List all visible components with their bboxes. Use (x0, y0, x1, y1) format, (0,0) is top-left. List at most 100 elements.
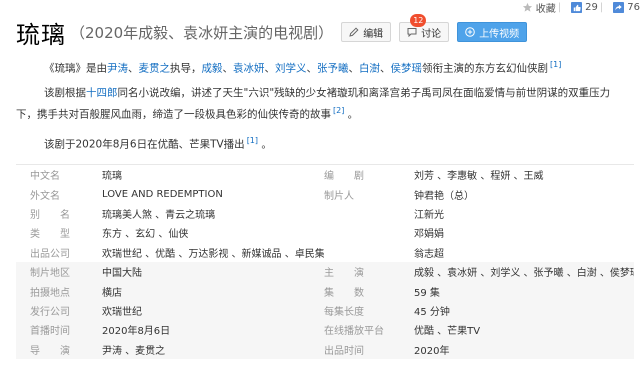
comment-icon (407, 28, 417, 37)
broadcast-paragraph: 该剧于2020年8月6日在优酷、芒果TV播出 [1] 。 (16, 132, 626, 154)
info-value: 琉璃美人煞 、青云之琉璃 (102, 209, 216, 221)
info-value: 尹涛 、麦贯之 (102, 345, 166, 357)
info-value: 中国大陆 (102, 268, 142, 280)
text: 《琉璃》是由 (44, 62, 107, 75)
actor-link-houmengyao[interactable]: 侯梦瑶 (391, 63, 423, 75)
info-value: 2020年 (414, 345, 450, 357)
share-button[interactable]: 76 (613, 1, 640, 13)
reference-link[interactable]: [2] (333, 106, 344, 115)
like-button[interactable]: 29 (571, 1, 598, 13)
info-label: 编 剧 (324, 171, 364, 183)
upload-video-label: 上传视频 (479, 28, 520, 40)
like-count: 29 (585, 1, 598, 13)
share-icon (613, 1, 625, 13)
director-link-yintao[interactable]: 尹涛 (107, 63, 128, 75)
info-value: 刘芳 、李惠敏 、程妍 、王威 (414, 171, 544, 183)
info-row: 类 型 东方 、玄幻 、仙侠 邓娟娟 (16, 223, 634, 242)
page-title: 琉璃 (16, 20, 66, 49)
info-value: 琉璃 (102, 171, 122, 183)
intro-paragraph: 《琉璃》是由尹涛、麦贯之执导，成毅、袁冰妍、刘学义、张予曦、白澍、侯梦瑶领衔主演… (16, 56, 626, 78)
text: 、 (380, 62, 391, 75)
info-label: 导 演 (30, 345, 70, 357)
text: 该剧于2020年8月6日在优酷、芒果TV播出 (44, 138, 245, 151)
info-value: 横店 (102, 287, 122, 299)
discuss-count-badge: 12 (410, 14, 427, 27)
edit-button[interactable]: 编辑 (341, 22, 392, 42)
favorite-label: 收藏 (535, 3, 556, 15)
info-label: 拍摄地点 (30, 287, 70, 299)
discuss-label: 讨论 (421, 28, 442, 40)
text: 。 (344, 108, 359, 121)
plus-circle-icon (465, 27, 475, 37)
author-link[interactable]: 十四郎 (86, 87, 118, 99)
info-value: 欢瑞世纪 (102, 306, 142, 318)
actor-link-zhangyuxi[interactable]: 张予曦 (317, 63, 349, 75)
info-label: 出品公司 (30, 248, 70, 260)
text: 。 (258, 138, 272, 151)
share-count: 76 (627, 1, 640, 13)
info-row: 发行公司 欢瑞世纪 每集长度 45 分钟 (16, 300, 634, 321)
info-label: 发行公司 (30, 306, 70, 318)
info-value: 2020年8月6日 (102, 326, 171, 338)
info-label: 中文名 (30, 171, 60, 183)
info-value: 59 集 (414, 287, 440, 299)
info-value: 江新光 (414, 209, 444, 221)
page-subtitle: （2020年成毅、袁冰妍主演的电视剧） (70, 23, 334, 42)
text: 领衔主演的东方玄幻仙侠剧 (422, 62, 548, 75)
info-value: 钟君艳（总） (414, 190, 474, 202)
text: 执导， (170, 62, 202, 75)
info-row: 拍摄地点 横店 集 数 59 集 (16, 281, 634, 301)
info-label: 主 演 (324, 268, 364, 280)
info-value: 欢瑞世纪 、优酷 、万达影视 、新媒诚品 、卓民集嘉 (102, 248, 324, 260)
actor-link-chengyi[interactable]: 成毅 (202, 63, 223, 75)
info-value: LOVE AND REDEMPTION (102, 188, 223, 200)
text: 、 (222, 62, 234, 75)
pencil-icon (349, 27, 359, 37)
thumbs-up-icon (571, 1, 583, 13)
info-label: 出品时间 (324, 345, 364, 357)
favorite-button[interactable]: 收藏 (522, 0, 556, 15)
director-link-maiguanzhi[interactable]: 麦贯之 (139, 63, 171, 75)
basic-info-table: 中文名 琉璃 编 剧 刘芳 、李惠敏 、程妍 、王威外文名 LOVE AND REDEM… (16, 164, 634, 359)
info-value: 东方 、玄幻 、仙侠 (102, 229, 189, 241)
info-row: 制片地区 中国大陆 主 演 成毅 、袁冰妍 、刘学义 、张予曦 、白澍 、侯梦瑶 (16, 261, 634, 282)
info-label: 别 名 (30, 209, 70, 221)
info-row: 出品公司 欢瑞世纪 、优酷 、万达影视 、新媒诚品 、卓民集嘉 翁志超 (16, 243, 634, 262)
edit-label: 编辑 (363, 28, 384, 40)
info-value: 45 分钟 (414, 306, 450, 318)
divider: | (557, 1, 562, 13)
info-row: 中文名 琉璃 编 剧 刘芳 、李惠敏 、程妍 、王威 (16, 165, 634, 184)
text: 该剧根据 (44, 87, 86, 99)
info-label: 集 数 (324, 287, 364, 299)
upload-video-button[interactable]: 上传视频 (457, 22, 528, 42)
info-label: 制片地区 (30, 268, 70, 280)
actor-link-liuxueyi[interactable]: 刘学义 (275, 63, 307, 75)
info-label: 首播时间 (30, 326, 70, 338)
info-label: 类 型 (30, 229, 70, 241)
page-header: 琉璃 （2020年成毅、袁冰妍主演的电视剧） 编辑 12 讨论 上传视频 (16, 14, 632, 50)
info-row: 导 演 尹涛 、麦贯之 出品时间 2020年 (16, 339, 634, 359)
top-action-bar: 收藏 | 29 | 76 (514, 0, 640, 15)
info-label: 外文名 (30, 190, 60, 202)
reference-link[interactable]: [1] (550, 60, 561, 69)
reference-link[interactable]: [1] (247, 136, 258, 145)
text: 、 (128, 62, 139, 75)
info-value: 邓娟娟 (414, 229, 444, 241)
info-row: 别 名 琉璃美人煞 、青云之琉璃 江新光 (16, 204, 634, 223)
info-label: 制片人 (324, 190, 354, 202)
text: 、 (306, 62, 318, 75)
info-label: 每集长度 (324, 306, 364, 318)
star-icon (522, 2, 532, 12)
discuss-button[interactable]: 12 讨论 (399, 14, 450, 42)
info-row: 首播时间 2020年8月6日 在线播放平台 优酷 、芒果TV (16, 320, 634, 340)
info-value: 优酷 、芒果TV (414, 326, 481, 338)
info-value: 翁志超 (414, 248, 444, 260)
info-value: 成毅 、袁冰妍 、刘学义 、张予曦 、白澍 、侯梦瑶 (414, 268, 634, 280)
plot-paragraph: 该剧根据十四郎同名小说改编，讲述了天生"六识"残缺的少女褚璇玑和离泽宫弟子禹司凤… (16, 84, 626, 124)
info-label: 在线播放平台 (324, 326, 384, 338)
text: 、 (348, 62, 360, 75)
text: 、 (264, 62, 276, 75)
actor-link-baishu[interactable]: 白澍 (359, 63, 380, 75)
info-row: 外文名 LOVE AND REDEMPTION 制片人 钟君艳（总） (16, 184, 634, 203)
actor-link-yuanbingyan[interactable]: 袁冰妍 (233, 63, 265, 75)
